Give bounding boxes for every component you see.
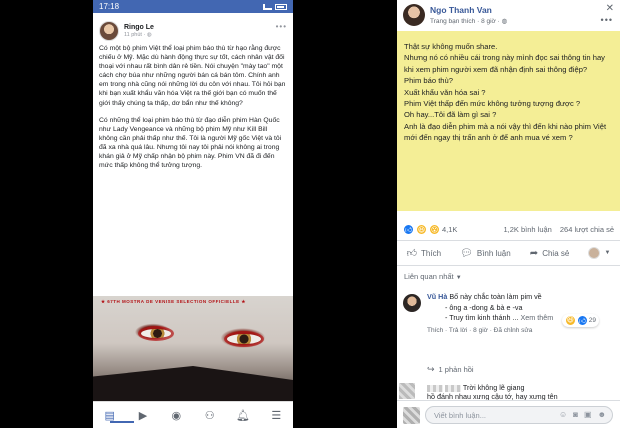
avatar[interactable] <box>403 294 421 312</box>
share-button[interactable]: ➦ Chia sẻ <box>530 248 570 259</box>
facebook-post-panel: Ngo Thanh Van Trang bạn thích · 8 giờ · … <box>397 0 620 428</box>
phone-post-paragraph: Có một bộ phim Việt thể loại phim báo th… <box>99 45 286 107</box>
comment-button[interactable]: 💬︎ Bình luận <box>460 248 511 259</box>
battery-icon <box>275 3 287 10</box>
like-reaction-icon: 👍︎ <box>403 224 414 235</box>
movie-poster-image[interactable]: ★ 67TH MOSTRA DE VENISE SELECTION OFFICI… <box>93 296 293 401</box>
thumbs-up-icon: 👍︎ <box>406 248 418 259</box>
close-icon[interactable]: ✕ <box>606 3 614 14</box>
phone-post-paragraph: Có những thể loại phim báo thù từ đạo di… <box>99 116 282 170</box>
post-author[interactable]: Ngo Thanh Van <box>430 5 492 15</box>
comment-input[interactable]: Viết bình luận... ☺ ◙ ▣ ☻ <box>425 406 613 424</box>
avatar <box>399 383 415 399</box>
groups-icon[interactable]: ⚇ <box>202 407 218 423</box>
poster-eye-left <box>141 329 171 338</box>
more-options-icon[interactable]: ••• <box>601 15 613 25</box>
post-meta: Trang bạn thích · 8 giờ · ◍ <box>430 18 508 25</box>
chevron-down-icon: ▼ <box>604 250 611 256</box>
gif-icon[interactable]: ▣ <box>584 410 592 419</box>
phone-post-body: Có một bộ phim Việt thể loại phim báo th… <box>93 44 293 170</box>
chevron-down-icon: ▼ <box>455 275 462 281</box>
reaction-audience-selector[interactable]: ▼ <box>588 247 610 259</box>
menu-icon[interactable]: ☰ <box>268 407 284 423</box>
reactions-summary[interactable]: 👍︎ 😆︎ 😮︎ 4,1K <box>403 224 457 235</box>
post-counts: 1,2K bình luận 264 lượt chia sẻ <box>503 225 614 234</box>
comment-reactions[interactable]: 😆︎ 👍︎ 29 <box>561 313 599 327</box>
globe-icon: ◍ <box>146 32 152 38</box>
view-replies-link[interactable]: ↪ 1 phản hồi <box>427 364 474 375</box>
avatar[interactable] <box>403 4 425 26</box>
post-background: Thật sự không muốn share. Nhưng nó có nh… <box>397 31 620 211</box>
reactions-count: 4,1K <box>442 225 458 234</box>
share-icon: ➦ <box>529 247 539 259</box>
reply-arrow-icon: ↪ <box>427 364 435 374</box>
post-actions: 👍︎ Thích 💬︎ Bình luận ➦ Chia sẻ ▼ <box>397 240 620 266</box>
comment-input-placeholder: Viết bình luận... <box>434 411 486 420</box>
phone-post-time: 11 phút · ◍ <box>124 32 152 38</box>
globe-icon: ◍ <box>501 18 508 25</box>
post-header: Ngo Thanh Van Trang bạn thích · 8 giờ · … <box>397 0 620 30</box>
status-icons <box>263 3 287 10</box>
like-reaction-icon: 👍︎ <box>576 314 588 326</box>
shares-count[interactable]: 264 lượt chia sẻ <box>560 225 614 234</box>
post-text: Thật sự không muốn share. Nhưng nó có nh… <box>404 42 607 143</box>
phone-post-author[interactable]: Ringo Le <box>124 24 154 31</box>
comment-sort-dropdown[interactable]: Liên quan nhất ▼ <box>404 272 462 281</box>
comments-count[interactable]: 1,2K bình luận <box>503 225 551 234</box>
news-feed-icon[interactable]: ▤ <box>102 407 134 423</box>
avatar <box>403 407 420 424</box>
blurred-name <box>427 384 443 392</box>
comment-meta: Thích · Trả lời · 8 giờ · Đã chỉnh sửa 😆… <box>427 313 615 334</box>
write-comment-bar: Viết bình luận... ☺ ◙ ▣ ☻ <box>397 400 620 428</box>
notifications-icon[interactable]: 🔔︎ <box>235 407 251 423</box>
profile-icon[interactable]: ◉ <box>168 407 184 423</box>
left-screenshot-area: 17:18 Ringo Le 11 phút · ◍ ••• Có một bộ… <box>0 0 397 428</box>
emoji-icon[interactable]: ☺ <box>559 410 567 419</box>
poster-mask <box>93 366 293 401</box>
like-button[interactable]: 👍︎ Thích <box>407 247 441 259</box>
poster-caption: ★ 67TH MOSTRA DE VENISE SELECTION OFFICI… <box>101 299 246 304</box>
avatar[interactable] <box>99 21 119 41</box>
poster-eye-right <box>227 334 261 344</box>
more-options-icon[interactable]: ••• <box>276 22 287 31</box>
phone-tab-bar: ▤ ▶ ◉ ⚇ 🔔︎ ☰ <box>93 401 293 428</box>
wow-reaction-icon: 😮︎ <box>429 224 440 235</box>
video-icon[interactable]: ▶ <box>135 407 151 423</box>
signal-icon <box>263 3 272 10</box>
haha-reaction-icon: 😆︎ <box>416 224 427 235</box>
blurred-name <box>445 384 461 392</box>
see-more-link[interactable]: Xem thêm <box>521 313 554 322</box>
phone-post-header: Ringo Le 11 phút · ◍ ••• <box>93 13 293 44</box>
avatar <box>588 247 601 259</box>
comment-author[interactable]: Vũ Hà <box>427 292 447 301</box>
sticker-icon[interactable]: ☻ <box>598 410 606 419</box>
phone-screenshot: 17:18 Ringo Le 11 phút · ◍ ••• Có một bộ… <box>93 0 293 428</box>
camera-icon[interactable]: ◙ <box>573 410 578 419</box>
comment: Trời không lẽ giang hồ đánh nhau xưng cậ… <box>399 383 617 401</box>
haha-reaction-icon: 😆︎ <box>564 314 576 326</box>
comment-icon: 💬︎ <box>460 247 473 259</box>
status-time: 17:18 <box>99 2 120 11</box>
phone-status-bar: 17:18 <box>93 0 293 13</box>
